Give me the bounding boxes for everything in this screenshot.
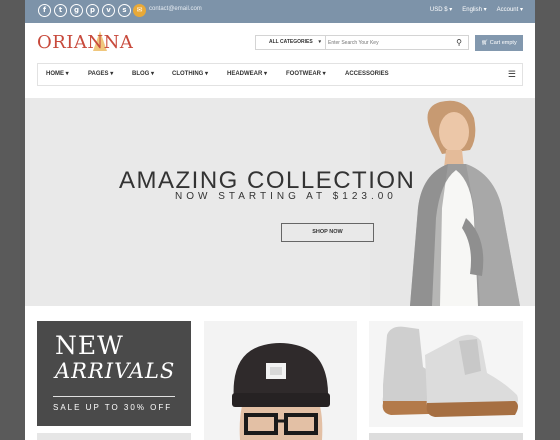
search-icon[interactable]: ⚲ [456, 38, 462, 47]
banner-divider [53, 396, 175, 397]
caret-down-icon: ▾ [483, 7, 487, 13]
currency-selector[interactable]: USD $ ▾ [430, 6, 452, 13]
social-links: f t g p v s [38, 4, 131, 17]
nav-item-headwear[interactable]: HEADWEAR ▾ [227, 64, 267, 85]
caret-down-icon: ▾ [322, 71, 326, 77]
caret-down-icon: ▾ [449, 7, 453, 13]
account-label: Account [496, 7, 519, 13]
nav-label: ACCESSORIES [345, 71, 389, 77]
cart-icon: 🛒︎ [481, 40, 489, 46]
banner-below-placeholder [369, 433, 523, 440]
email-icon: ✉ [133, 4, 146, 17]
banner-title-new: NEW [55, 331, 124, 360]
cart-button[interactable]: 🛒︎ Cart empty [475, 35, 523, 51]
hero-subtitle: NOW STARTING AT $123.00 [175, 191, 397, 202]
caret-down-icon: ▾ [318, 39, 321, 45]
main-nav: HOME ▾ PAGES ▾ BLOG ▾ CLOTHING ▾ HEADWEA… [37, 63, 523, 86]
nav-item-footwear[interactable]: FOOTWEAR ▾ [286, 64, 326, 85]
search-bar: ALL CATEGORIES ▾ ⚲ [255, 35, 469, 50]
nav-item-home[interactable]: HOME ▾ [46, 64, 69, 85]
nav-label: FOOTWEAR [286, 71, 321, 77]
hero-slider: AMAZING COLLECTION NOW STARTING AT $123.… [25, 98, 535, 306]
caret-down-icon: ▾ [151, 71, 155, 77]
nav-item-blog[interactable]: BLOG ▾ [132, 64, 154, 85]
top-right-menu: USD $ ▾ English ▾ Account ▾ [430, 6, 523, 13]
facebook-icon[interactable]: f [38, 4, 51, 17]
menu-icon[interactable]: ☰ [508, 69, 516, 80]
shop-now-button[interactable]: SHOP NOW [281, 223, 374, 242]
category-select[interactable]: ALL CATEGORIES ▾ [256, 36, 326, 49]
account-menu[interactable]: Account ▾ [497, 6, 523, 13]
google-plus-icon[interactable]: g [70, 4, 83, 17]
nav-item-pages[interactable]: PAGES ▾ [88, 64, 113, 85]
new-arrivals-banner[interactable]: NEW ARRIVALS SALE UP TO 30% OFF [37, 321, 191, 426]
banner-below-placeholder [37, 433, 191, 440]
caret-down-icon: ▾ [65, 71, 69, 77]
cart-label: Cart empty [489, 40, 517, 46]
beanie-model-image [204, 321, 357, 440]
site-logo[interactable]: ORIANNA [37, 32, 133, 53]
caret-down-icon: ▾ [264, 71, 268, 77]
nav-label: HEADWEAR [227, 71, 263, 77]
nav-label: CLOTHING [172, 71, 204, 77]
nav-label: BLOG [132, 71, 150, 77]
language-label: English [462, 7, 482, 13]
vk-icon[interactable]: v [102, 4, 115, 17]
nav-item-accessories[interactable]: ACCESSORIES [345, 64, 389, 85]
top-bar: f t g p v s ✉ contact@email.com USD $ ▾ … [25, 0, 535, 23]
caret-down-icon: ▾ [519, 7, 523, 13]
banner-title-arrivals: ARRIVALS [55, 359, 176, 383]
caret-down-icon: ▾ [205, 71, 209, 77]
hero-model-image [370, 98, 535, 306]
nav-label: PAGES [88, 71, 109, 77]
page-container: ORIANNA ALL CATEGORIES ▾ ⚲ 🛒︎ Cart empty… [25, 23, 535, 440]
twitter-icon[interactable]: t [54, 4, 67, 17]
search-input[interactable] [328, 37, 446, 48]
currency-label: USD $ [429, 7, 448, 13]
nav-item-clothing[interactable]: CLOTHING ▾ [172, 64, 208, 85]
caret-down-icon: ▾ [110, 71, 114, 77]
nav-label: HOME [46, 71, 64, 77]
pinterest-icon[interactable]: p [86, 4, 99, 17]
banner-sale-text: SALE UP TO 30% OFF [53, 403, 173, 412]
boots-image [369, 321, 523, 427]
category-select-label: ALL CATEGORIES [269, 39, 313, 45]
skype-icon[interactable]: s [118, 4, 131, 17]
headwear-banner[interactable] [204, 321, 357, 440]
language-selector[interactable]: English ▾ [462, 6, 486, 13]
footwear-banner[interactable] [369, 321, 523, 427]
contact-email[interactable]: contact@email.com [149, 6, 202, 12]
